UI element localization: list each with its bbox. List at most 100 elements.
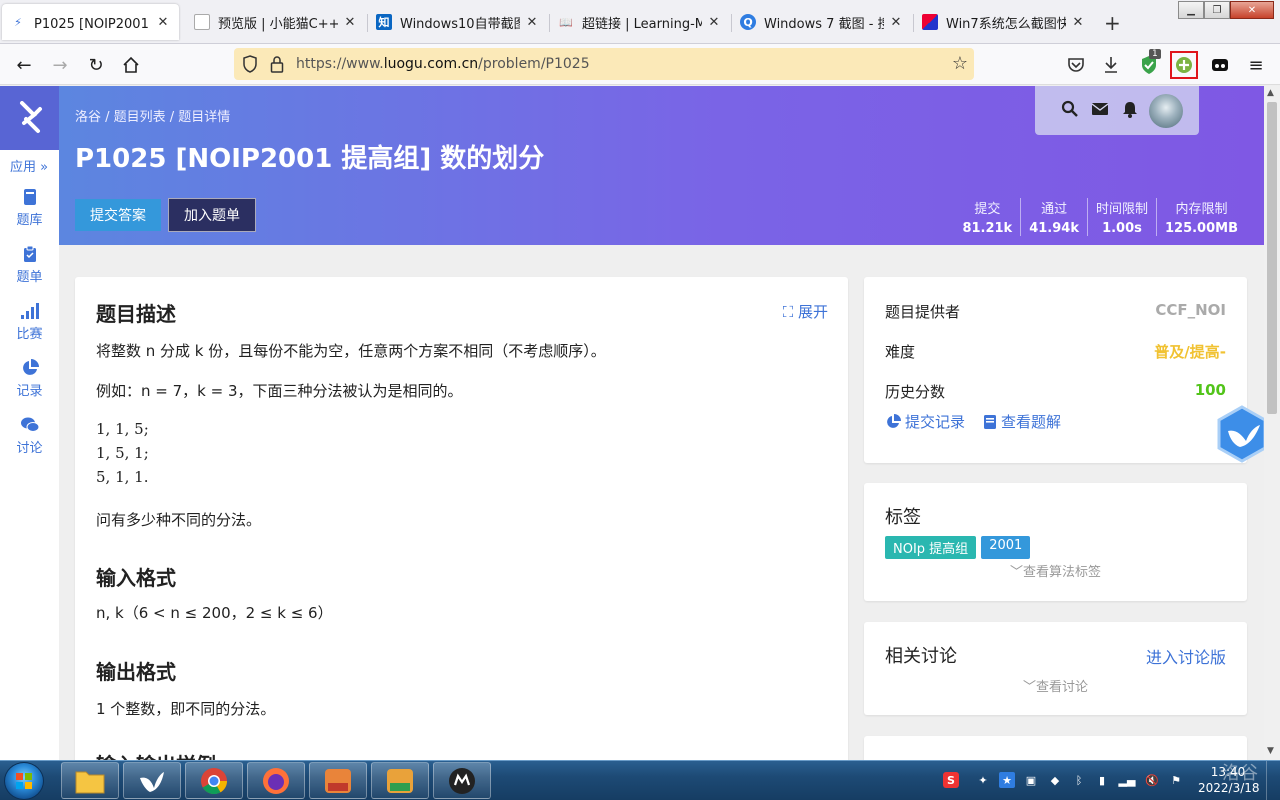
tab-luogu-problem[interactable]: ⚡ P1025 [NOIP2001 提高 ✕ [2,4,179,40]
page-title: P1025 [NOIP2001 提高组] 数的划分 [75,144,545,174]
avatar[interactable] [1149,94,1183,128]
shield-icon[interactable] [242,55,258,73]
tab-search[interactable]: Q Windows 7 截图 - 搜索 ✕ [732,4,912,40]
sidebar-item-lists[interactable]: 题单 [0,245,59,285]
tags-card: 标签 NOIp 提高组 2001 ﹀查看算法标签 [864,483,1247,601]
sidebar-apps-toggle[interactable]: 应用 » [10,156,48,175]
sogou-ime-icon[interactable]: S [943,772,959,788]
view-solutions-link[interactable]: 查看题解 [983,411,1061,432]
taskbar-dev-cpp-2[interactable] [371,762,429,799]
tab-zhihu[interactable]: 知 Windows10自带截图方 ✕ [368,4,548,40]
floating-assistant-icon[interactable] [1216,405,1264,463]
maximize-button[interactable]: ❐ [1204,1,1230,19]
close-icon[interactable]: ✕ [888,15,904,30]
lock-icon[interactable] [270,55,284,73]
tag-year[interactable]: 2001 [981,536,1031,559]
scrollbar-thumb[interactable] [1267,102,1277,414]
problem-info-card: 题目提供者 CCF_NOI 难度 普及/提高- 历史分数 100 提交记录 查看… [864,277,1247,463]
chat-icon [20,417,39,432]
scroll-down-icon[interactable]: ▼ [1267,746,1274,756]
input-format-heading: 输入格式 [96,566,176,590]
tray-diamond-icon[interactable]: ◆ [1047,772,1063,788]
menu-button[interactable]: ≡ [1244,53,1268,77]
address-bar[interactable]: https://www.luogu.com.cn/problem/P1025 ☆ [234,48,974,80]
luogu-logo[interactable] [0,86,59,150]
tray-star-icon[interactable]: ★ [999,772,1015,788]
pocket-button[interactable] [1064,53,1088,77]
example-line: 5, 1, 1. [96,468,149,486]
add-to-list-button[interactable]: 加入题单 [168,198,256,232]
close-icon[interactable]: ✕ [706,15,722,30]
extension-mask-button[interactable] [1208,53,1232,77]
sidebar-item-discuss[interactable]: 讨论 [0,416,59,456]
taskbar-bird-app[interactable] [123,762,181,799]
tag-noip-senior[interactable]: NOIp 提高组 [885,536,977,559]
network-icon[interactable]: ▂▄ [1119,772,1136,788]
example-line: 1, 1, 5; [96,420,149,438]
home-button[interactable] [117,51,145,79]
problem-header: 洛谷 / 题目列表 / 题目详情 P1025 [NOIP2001 提高组] 数的… [59,86,1264,245]
search-icon[interactable] [1061,100,1079,118]
new-tab-button[interactable]: + [1104,11,1121,35]
output-format-heading: 输出格式 [96,660,176,684]
extension-shield-button[interactable]: 1 [1137,49,1161,77]
extension-add-button[interactable] [1170,51,1198,79]
tab-title: Windows10自带截图方 [400,16,520,32]
forward-button[interactable]: → [46,51,74,79]
pie-chart-icon [22,359,39,375]
show-algorithm-tags[interactable]: ﹀查看算法标签 [864,561,1247,580]
downloads-button[interactable] [1099,53,1123,77]
start-button[interactable] [4,762,44,800]
window-close-button[interactable]: ✕ [1230,1,1274,19]
taskbar-app[interactable] [433,762,491,799]
sidebar-item-label: 题库 [16,213,43,228]
tab-win7[interactable]: Win7系统怎么截图快捷 ✕ [914,4,1094,40]
taskbar-firefox[interactable] [247,762,305,799]
description-heading: 题目描述 [96,302,176,326]
sidebar-item-contests[interactable]: 比赛 [0,302,59,342]
tray-app-icon[interactable]: ▣ [1023,772,1039,788]
taskbar-chrome[interactable] [185,762,243,799]
dev-cpp-icon [387,768,413,793]
scroll-up-icon[interactable]: ▲ [1267,88,1274,98]
reload-button[interactable]: ↻ [82,51,110,79]
tray-icon[interactable]: ✦ [975,772,991,788]
submission-records-link[interactable]: 提交记录 [885,411,965,432]
bell-icon[interactable] [1122,100,1138,118]
tab-preview[interactable]: 预览版 | 小能猫C++ ✕ [186,4,366,40]
related-discussion-card: 相关讨论 进入讨论版 ﹀查看讨论 [864,622,1247,715]
sample-heading: 输入输出样例 [96,749,216,760]
page-scrollbar[interactable]: ▲ ▼ [1264,86,1280,760]
back-button[interactable]: ← [10,51,38,79]
close-icon[interactable]: ✕ [342,15,358,30]
breadcrumb[interactable]: 洛谷 / 题目列表 / 题目详情 [75,106,230,125]
book-icon [23,189,36,205]
show-desktop-button[interactable] [1266,761,1280,800]
enter-discussion-link[interactable]: 进入讨论版 [1146,644,1226,668]
power-icon[interactable]: ▮ [1094,772,1110,788]
minimize-button[interactable]: ▁ [1178,1,1204,19]
taskbar-dev-cpp[interactable] [309,762,367,799]
sidebar-item-label: 记录 [16,384,43,399]
close-icon[interactable]: ✕ [155,15,171,30]
browser-navigation-bar: ← → ↻ https://www.luogu.com.cn/problem/P… [0,44,1280,85]
tab-learning[interactable]: 📖 超链接 | Learning-Mar ✕ [550,4,730,40]
sidebar-item-problems[interactable]: 题库 [0,188,59,228]
taskbar-explorer[interactable] [61,762,119,799]
submit-answer-button[interactable]: 提交答案 [75,199,161,231]
volume-icon[interactable]: 🔇 [1144,772,1160,788]
bluetooth-icon[interactable]: ᛒ [1071,772,1087,788]
action-center-flag-icon[interactable]: ⚑ [1168,772,1184,788]
pocket-icon [1068,58,1084,72]
view-discussion[interactable]: ﹀查看讨论 [864,676,1247,695]
bookmark-star-icon[interactable]: ☆ [952,53,968,74]
expand-button[interactable]: ⛶ 展开 [783,301,828,322]
close-icon[interactable]: ✕ [524,15,540,30]
mask-icon [1212,59,1228,71]
provider-value[interactable]: CCF_NOI [1155,301,1226,322]
mail-icon[interactable] [1091,102,1109,116]
url-text: https://www.luogu.com.cn/problem/P1025 [296,56,590,72]
luogu-logo-icon [19,101,42,133]
sidebar-item-records[interactable]: 记录 [0,359,59,399]
close-icon[interactable]: ✕ [1070,15,1086,30]
